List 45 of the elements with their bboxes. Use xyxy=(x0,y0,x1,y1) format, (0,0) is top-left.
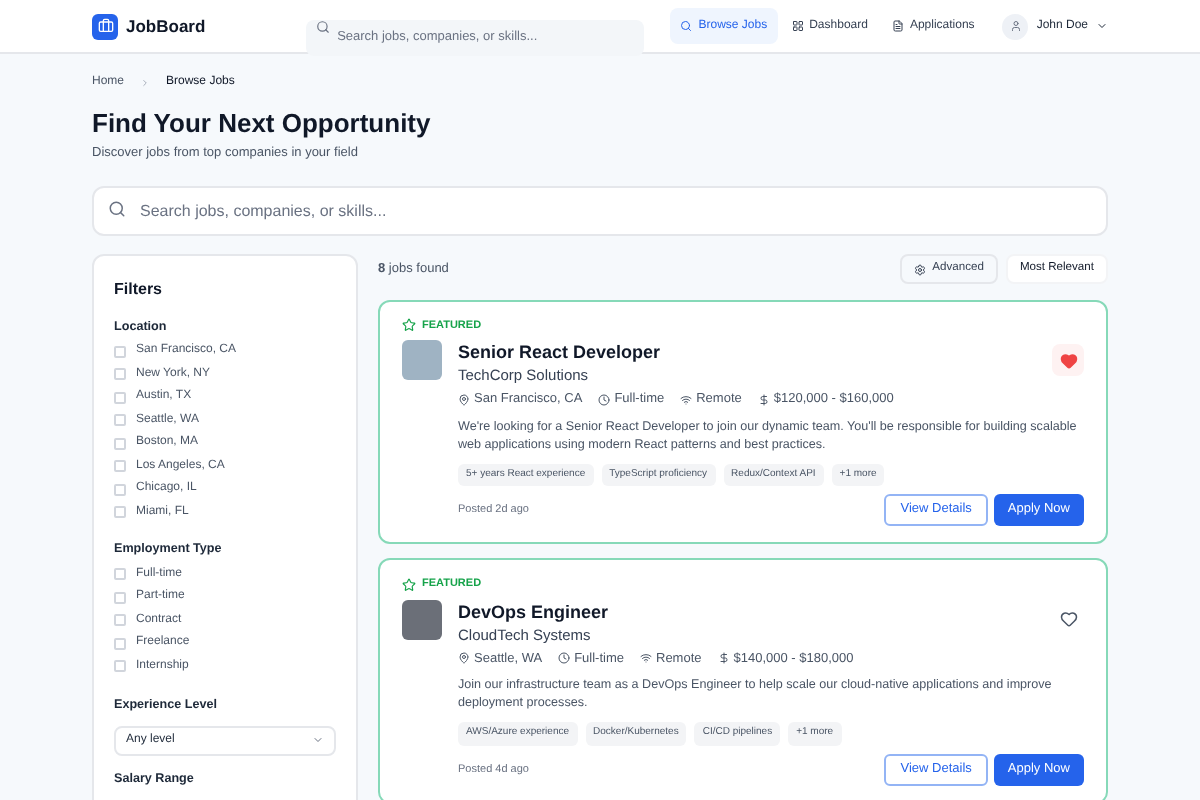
dollar-icon xyxy=(757,393,770,406)
checkbox[interactable] xyxy=(114,460,126,473)
wifi-icon xyxy=(680,393,693,406)
star-icon xyxy=(402,577,416,592)
settings-icon xyxy=(914,263,927,276)
checkbox[interactable] xyxy=(114,568,126,581)
checkbox[interactable] xyxy=(114,591,126,604)
document-icon xyxy=(891,20,904,32)
chevron-icon xyxy=(1096,20,1108,32)
job-title[interactable]: DevOps Engineer xyxy=(458,599,609,623)
save-button[interactable] xyxy=(1052,344,1084,376)
logo-icon xyxy=(92,13,118,39)
avatar-icon xyxy=(1002,13,1029,39)
filters-title: Filters xyxy=(114,277,165,302)
search-icon xyxy=(315,19,330,33)
job-title[interactable]: Senior React Developer xyxy=(458,340,661,364)
star-icon xyxy=(402,318,416,333)
search-icon xyxy=(108,199,126,218)
pin-icon xyxy=(458,652,470,665)
logo-text[interactable]: JobBoard xyxy=(126,13,206,39)
checkbox[interactable] xyxy=(114,345,126,358)
checkbox[interactable] xyxy=(114,506,126,519)
checkbox[interactable] xyxy=(114,660,126,673)
checkbox[interactable] xyxy=(114,391,126,404)
clock-icon xyxy=(558,652,571,665)
dollar-icon xyxy=(717,652,730,665)
job-search-field[interactable]: Search jobs, companies, or skills... xyxy=(92,185,1108,236)
photo-placeholder xyxy=(402,599,442,639)
chevron-icon xyxy=(140,78,151,88)
pin-icon xyxy=(458,393,470,406)
checkbox[interactable] xyxy=(114,614,126,627)
heart-icon xyxy=(1059,351,1077,369)
page-title: Find Your Next Opportunity xyxy=(92,108,433,140)
checkbox[interactable] xyxy=(114,437,126,450)
clock-icon xyxy=(598,393,611,406)
heart-icon xyxy=(1059,610,1077,628)
checkbox[interactable] xyxy=(114,637,126,650)
checkbox[interactable] xyxy=(114,414,126,427)
checkbox[interactable] xyxy=(114,368,126,381)
photo-placeholder xyxy=(402,340,442,380)
checkbox[interactable] xyxy=(114,483,126,496)
search-icon xyxy=(680,20,693,32)
grid-icon xyxy=(791,20,804,32)
wifi-icon xyxy=(640,652,652,665)
chevron-icon xyxy=(312,734,324,747)
